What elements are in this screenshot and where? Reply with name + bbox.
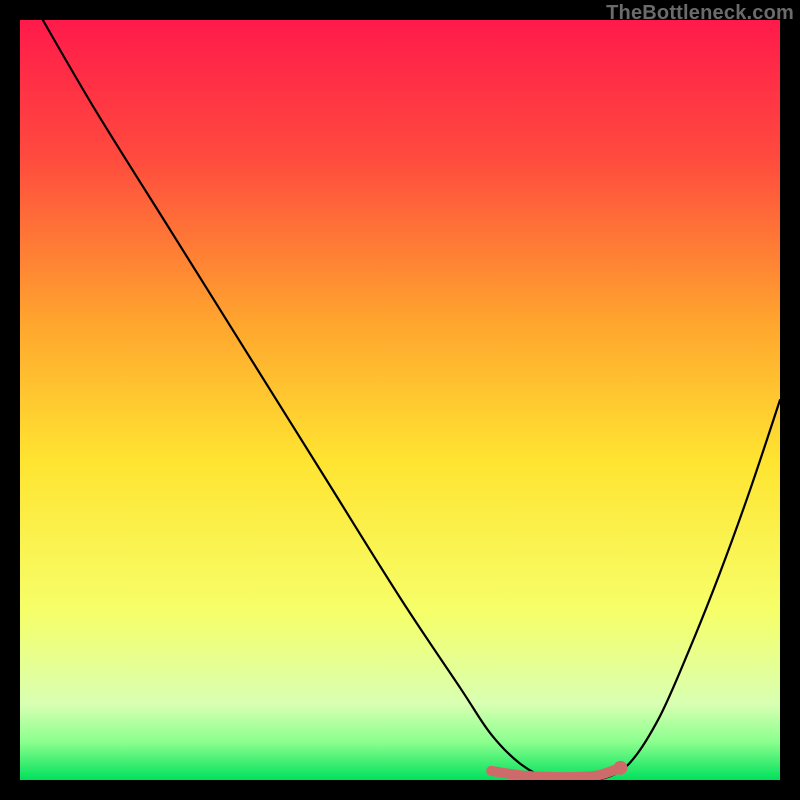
chart-frame: TheBottleneck.com bbox=[0, 0, 800, 800]
watermark-text: TheBottleneck.com bbox=[606, 2, 794, 25]
gradient-background bbox=[20, 20, 780, 780]
point-optimal-end-dot bbox=[613, 761, 627, 775]
chart-svg bbox=[20, 20, 780, 780]
plot-area bbox=[20, 20, 780, 780]
